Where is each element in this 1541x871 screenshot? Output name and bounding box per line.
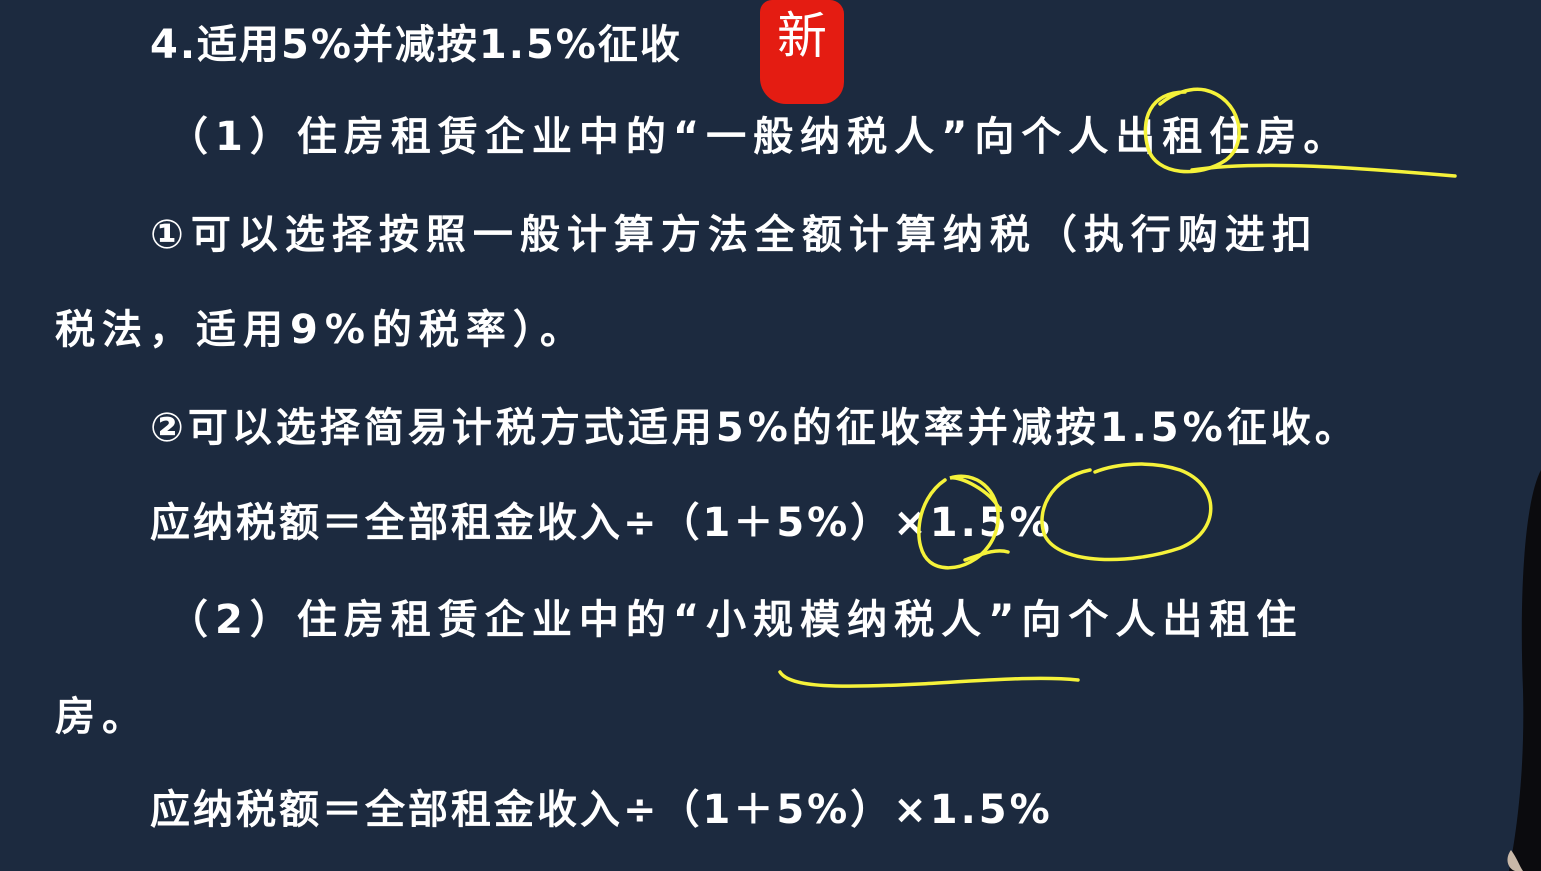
underline-individual-rent [1190, 163, 1457, 178]
formula-2: 应纳税额＝全部租金收入÷（1＋5%）×1.5% [150, 787, 1053, 833]
section-heading: 4.适用5%并减按1.5%征收 [150, 22, 682, 68]
item-2-small-scale-taxpayer: （2）住房租赁企业中的“小规模纳税人”向个人出租住 [168, 597, 1304, 643]
presenter-silhouette [1507, 470, 1541, 871]
option-1-general-method: ①可以选择按照一般计算方法全额计算纳税（执行购进扣 [150, 212, 1319, 258]
option-2-simplified-method: ②可以选择简易计税方式适用5%的征收率并减按1.5%征收。 [150, 405, 1359, 451]
circle-one-point-five [1040, 462, 1213, 562]
slide: 4.适用5%并减按1.5%征收 新 （1）住房租赁企业中的“一般纳税人”向个人出… [0, 0, 1541, 871]
underline-small-scale [778, 670, 1080, 688]
item-2-continued: 房。 [55, 694, 149, 740]
option-1-continued: 税法，适用9%的税率）。 [55, 307, 587, 353]
item-1-general-taxpayer: （1）住房租赁企业中的“一般纳税人”向个人出租住房。 [168, 114, 1351, 160]
tail-five-percent [963, 549, 1010, 562]
new-stamp: 新 [760, 0, 844, 104]
stamp-char: 新 [777, 7, 827, 65]
formula-1: 应纳税额＝全部租金收入÷（1＋5%）×1.5% [150, 500, 1053, 546]
